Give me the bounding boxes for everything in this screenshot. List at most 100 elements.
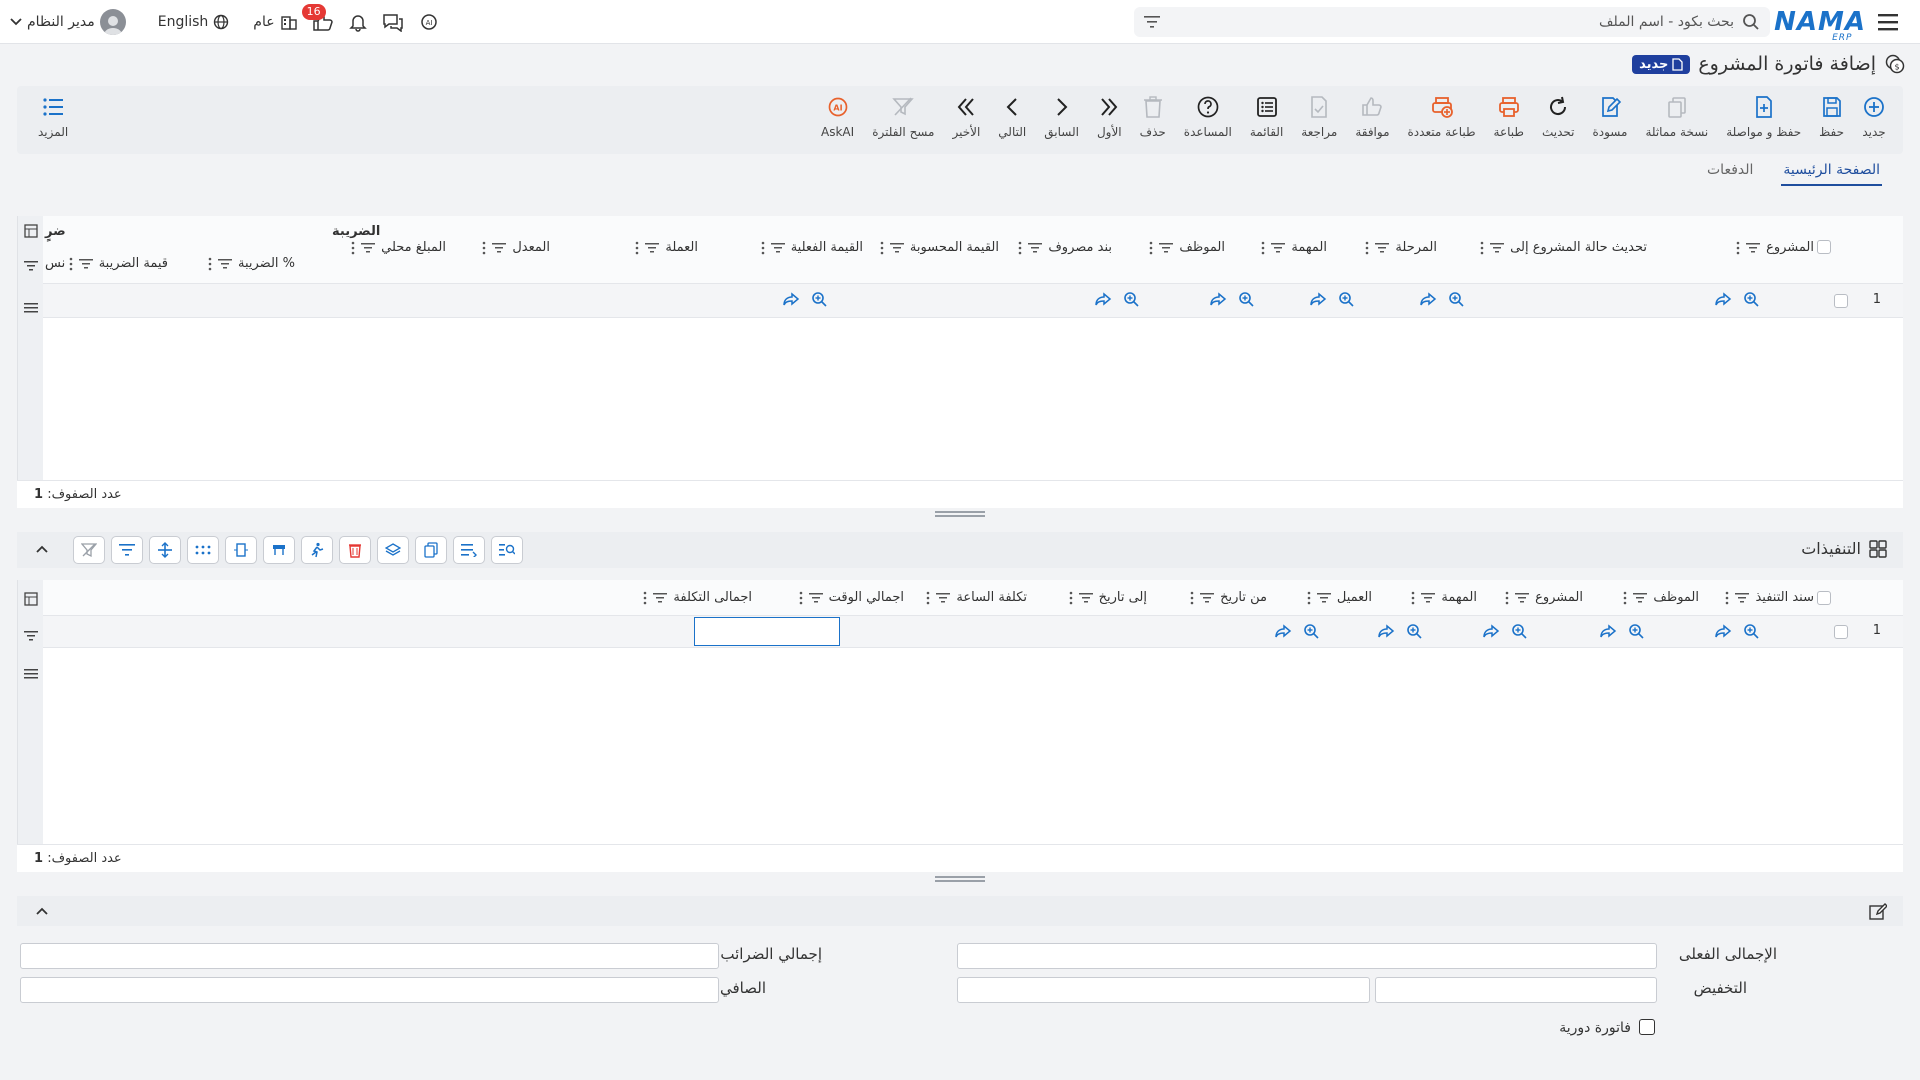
- menu-lines-icon[interactable]: [24, 302, 38, 314]
- column-menu-icon[interactable]: [635, 241, 639, 255]
- column-header[interactable]: المهمة: [1411, 590, 1477, 605]
- column-menu-icon[interactable]: [1018, 241, 1022, 255]
- toolbar-help-button[interactable]: المساعدة: [1175, 94, 1241, 139]
- column-menu-icon[interactable]: [1411, 591, 1415, 605]
- open-link-icon[interactable]: [1599, 622, 1617, 640]
- column-menu-icon[interactable]: [69, 257, 73, 271]
- table-row[interactable]: 1: [43, 284, 1903, 318]
- net-field[interactable]: [20, 977, 719, 1003]
- column-filter-icon[interactable]: [1271, 242, 1286, 254]
- layers-button[interactable]: [377, 536, 409, 564]
- column-filter-icon[interactable]: [1316, 592, 1331, 604]
- toolbar-plus-circle-button[interactable]: جديد: [1853, 94, 1895, 139]
- search-lines-button[interactable]: [491, 536, 523, 564]
- column-menu-icon[interactable]: [926, 591, 930, 605]
- column-header[interactable]: الموظف: [1149, 240, 1225, 255]
- recurring-invoice-checkbox[interactable]: [1639, 1019, 1655, 1035]
- column-filter-icon[interactable]: [808, 592, 823, 604]
- collapse-up-icon[interactable]: [36, 906, 48, 916]
- select-all-checkbox[interactable]: [1817, 591, 1831, 605]
- column-header[interactable]: المرحلة: [1365, 240, 1437, 255]
- user-menu[interactable]: مدير النظام: [10, 9, 126, 35]
- column-header[interactable]: القيمة الفعلية: [761, 240, 863, 255]
- discount-percent-field[interactable]: [957, 977, 1370, 1003]
- column-menu-icon[interactable]: [1623, 591, 1627, 605]
- filter-icon[interactable]: [1144, 15, 1160, 29]
- open-link-icon[interactable]: [1377, 622, 1395, 640]
- column-filter-icon[interactable]: [1633, 592, 1648, 604]
- open-link-icon[interactable]: [1309, 290, 1327, 308]
- bell-icon[interactable]: [348, 12, 368, 32]
- column-filter-icon[interactable]: [1515, 592, 1530, 604]
- toolbar-multi-print-button[interactable]: طباعة متعددة: [1399, 94, 1485, 139]
- lookup-icon[interactable]: [1237, 290, 1255, 308]
- chat-icon[interactable]: [382, 12, 404, 32]
- column-filter-icon[interactable]: [1028, 242, 1043, 254]
- toolbar-save-button[interactable]: حفظ: [1810, 94, 1853, 139]
- lookup-icon[interactable]: [1122, 290, 1140, 308]
- lookup-icon[interactable]: [1302, 622, 1320, 640]
- toolbar-ask-ai-button[interactable]: AI AskAI: [812, 94, 863, 139]
- column-menu-icon[interactable]: [208, 257, 212, 271]
- column-menu-icon[interactable]: [1149, 241, 1153, 255]
- toolbar-draft-button[interactable]: مسودة: [1583, 94, 1636, 139]
- move-button[interactable]: [149, 536, 181, 564]
- column-menu-icon[interactable]: [1307, 591, 1311, 605]
- open-link-icon[interactable]: [782, 290, 800, 308]
- resize-handle[interactable]: [935, 876, 985, 882]
- column-menu-icon[interactable]: [880, 241, 884, 255]
- toolbar-clear-filter-button[interactable]: مسح الفلترة: [863, 94, 943, 139]
- column-filter-icon[interactable]: [1375, 242, 1390, 254]
- columns-icon[interactable]: [24, 224, 38, 238]
- toolbar-first-button[interactable]: الأول: [1088, 94, 1131, 139]
- column-menu-icon[interactable]: [482, 241, 486, 255]
- dots-grid-button[interactable]: [187, 536, 219, 564]
- resize-handle[interactable]: [935, 511, 985, 517]
- column-header[interactable]: القيمة المحسوبة: [880, 240, 999, 255]
- menu-icon[interactable]: [1878, 13, 1898, 31]
- add-line-button[interactable]: [453, 536, 485, 564]
- open-link-icon[interactable]: [1094, 290, 1112, 308]
- column-header[interactable]: اجمالي الوقت: [799, 590, 904, 605]
- column-menu-icon[interactable]: [761, 241, 765, 255]
- column-header[interactable]: المبلغ محلي: [351, 240, 446, 255]
- row-checkbox[interactable]: [1834, 294, 1848, 308]
- column-filter-icon[interactable]: [889, 242, 904, 254]
- column-menu-icon[interactable]: [1505, 591, 1509, 605]
- column-filter-icon[interactable]: [361, 242, 376, 254]
- menu-lines-icon[interactable]: [24, 668, 38, 680]
- lookup-icon[interactable]: [1447, 290, 1465, 308]
- open-link-icon[interactable]: [1419, 290, 1437, 308]
- column-header[interactable]: المشروع: [1736, 240, 1814, 255]
- delete-row-button[interactable]: [339, 536, 371, 564]
- toolbar-refresh-button[interactable]: تحديث: [1533, 94, 1584, 139]
- lookup-icon[interactable]: [810, 290, 828, 308]
- column-header[interactable]: % الضريبة: [208, 256, 295, 271]
- approvals-button[interactable]: 16: [301, 4, 334, 32]
- column-menu-icon[interactable]: [643, 591, 647, 605]
- ai-assistant-icon[interactable]: AI: [418, 12, 440, 32]
- lookup-icon[interactable]: [1627, 622, 1645, 640]
- column-menu-icon[interactable]: [1190, 591, 1194, 605]
- more-button[interactable]: المزيد: [29, 94, 77, 139]
- column-filter-icon[interactable]: [1421, 592, 1436, 604]
- language-switch[interactable]: English: [158, 14, 230, 30]
- clear-filter-button[interactable]: [73, 536, 105, 564]
- column-header[interactable]: بند مصروف: [1018, 240, 1112, 255]
- column-header[interactable]: العملة: [635, 240, 698, 255]
- column-menu-icon[interactable]: [351, 241, 355, 255]
- fit-columns-button[interactable]: [225, 536, 257, 564]
- column-menu-icon[interactable]: [1480, 241, 1484, 255]
- toolbar-print-button[interactable]: طباعة: [1485, 94, 1533, 139]
- open-link-icon[interactable]: [1274, 622, 1292, 640]
- column-filter-icon[interactable]: [645, 242, 660, 254]
- toolbar-prev-button[interactable]: السابق: [1035, 94, 1088, 139]
- toolbar-copy-button[interactable]: نسخة مماثلة: [1636, 94, 1717, 139]
- column-header[interactable]: المعدل: [482, 240, 550, 255]
- toolbar-review-button[interactable]: مراجعة: [1292, 94, 1346, 139]
- column-filter-icon[interactable]: [1490, 242, 1505, 254]
- column-filter-icon[interactable]: [653, 592, 668, 604]
- filter-lines-icon[interactable]: [24, 630, 38, 642]
- column-filter-icon[interactable]: [1746, 242, 1761, 254]
- column-menu-icon[interactable]: [1261, 241, 1265, 255]
